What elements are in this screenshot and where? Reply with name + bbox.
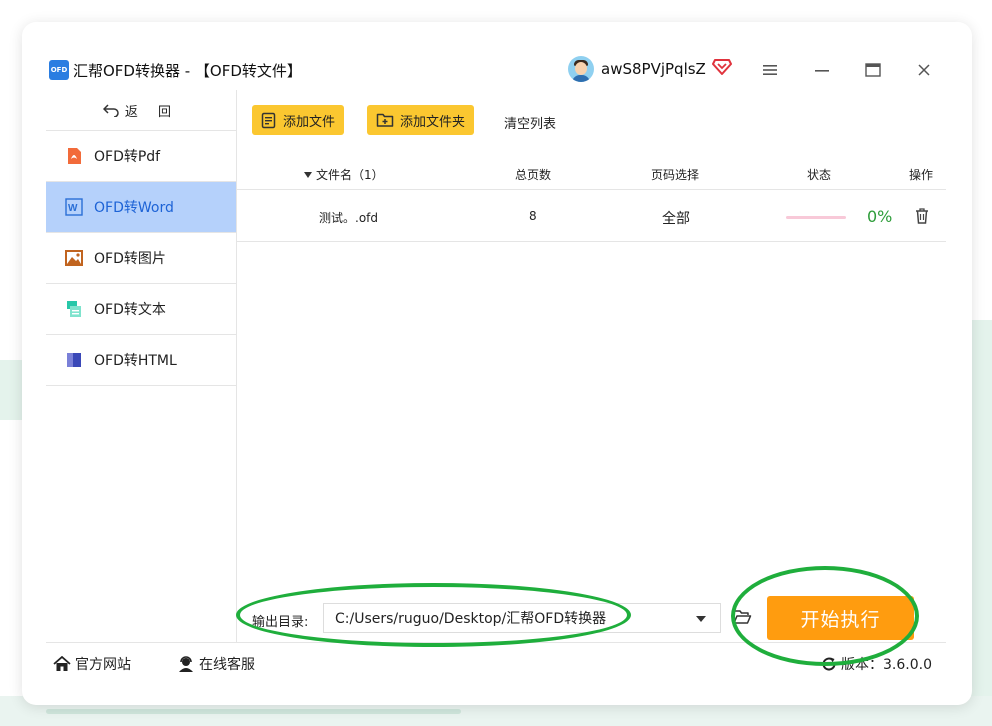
toolbar: 添加文件 添加文件夹 清空列表 [237,90,946,150]
add-file-icon [261,112,276,128]
online-support-link[interactable]: 在线客服 [177,654,255,674]
maximize-icon[interactable] [861,58,885,82]
row-filename: 测试。.ofd [319,211,378,225]
close-icon[interactable] [912,58,936,82]
text-icon [64,299,84,319]
add-folder-icon [376,113,394,127]
official-website-link[interactable]: 官方网站 [53,654,131,674]
version-label: 版本：3.6.0.0 [841,657,932,673]
official-website-label: 官方网站 [75,657,131,673]
sort-arrow-icon [304,172,312,178]
app-title: 汇帮OFD转换器 - 【OFD转文件】 [73,62,302,80]
home-icon [53,656,71,671]
sidebar-item-html[interactable]: OFD转HTML [46,335,236,386]
row-page-range[interactable]: 全部 [662,208,690,228]
user-avatar[interactable] [568,56,594,82]
html-icon [64,350,84,370]
image-icon [64,248,84,268]
add-file-label: 添加文件 [283,114,336,130]
table-header: 文件名（1） 总页数 页码选择 状态 操作 [237,156,946,190]
online-support-label: 在线客服 [199,657,255,673]
add-folder-button[interactable]: 添加文件夹 [367,105,475,135]
sidebar-item-label: OFD转图片 [94,251,166,267]
trash-icon[interactable] [914,207,930,225]
menu-icon[interactable] [758,58,782,82]
output-dir-select[interactable]: C:/Users/ruguo/Desktop/汇帮OFD转换器 [323,603,721,633]
word-icon: W [64,197,84,217]
customer-service-icon [179,655,193,672]
header-filename-label: 文件名（1） [316,168,384,182]
app-window: OFD 汇帮OFD转换器 - 【OFD转文件】 awS8PVjPqlsZ 返 回 [46,50,946,682]
pdf-icon [64,146,84,166]
svg-text:W: W [68,203,78,214]
clear-list-button[interactable]: 清空列表 [504,113,556,132]
title-bar: OFD 汇帮OFD转换器 - 【OFD转文件】 awS8PVjPqlsZ [46,50,946,90]
row-pages: 8 [529,209,537,223]
sidebar: 返 回 OFD转Pdf W OFD转Word OFD转图片 OFD转文本 OFD… [46,90,237,642]
background-bar [46,709,461,714]
chevron-down-icon [696,616,706,622]
back-label: 返 回 [124,104,180,120]
output-dir-path: C:/Users/ruguo/Desktop/汇帮OFD转换器 [335,611,607,627]
row-progress-bar [786,216,846,219]
folder-open-icon[interactable] [732,607,752,627]
sidebar-item-label: OFD转文本 [94,302,166,318]
row-progress-percent: 0% [867,207,893,226]
refresh-icon [822,657,836,671]
version-info: 版本：3.6.0.0 [821,654,932,674]
app-logo-icon: OFD [49,60,69,80]
header-filename[interactable]: 文件名（1） [304,166,384,183]
add-folder-label: 添加文件夹 [400,114,466,130]
minimize-icon[interactable] [810,58,834,82]
sidebar-item-word[interactable]: W OFD转Word [46,182,236,233]
sidebar-item-label: OFD转HTML [94,353,177,369]
main-panel: 添加文件 添加文件夹 清空列表 文件名（1） 总页数 页码选择 状态 操作 测试… [237,90,946,642]
table-row: 测试。.ofd 8 全部 0% [237,191,946,242]
sidebar-item-pdf[interactable]: OFD转Pdf [46,131,236,182]
sidebar-item-image[interactable]: OFD转图片 [46,233,236,284]
username[interactable]: awS8PVjPqlsZ [601,60,706,78]
sidebar-item-label: OFD转Pdf [94,149,161,165]
header-status: 状态 [807,168,832,182]
header-operations: 操作 [909,168,934,182]
header-page-range: 页码选择 [651,168,700,182]
vip-diamond-icon[interactable] [712,58,732,76]
add-file-button[interactable]: 添加文件 [252,105,345,135]
back-button[interactable]: 返 回 [46,90,236,131]
back-arrow-icon [102,104,119,117]
header-pages: 总页数 [515,168,552,182]
start-button[interactable]: 开始执行 [767,596,914,640]
sidebar-item-label: OFD转Word [94,200,174,216]
footer: 官方网站 在线客服 版本：3.6.0.0 [46,642,946,682]
sidebar-item-text[interactable]: OFD转文本 [46,284,236,335]
output-dir-label: 输出目录: [252,615,309,630]
